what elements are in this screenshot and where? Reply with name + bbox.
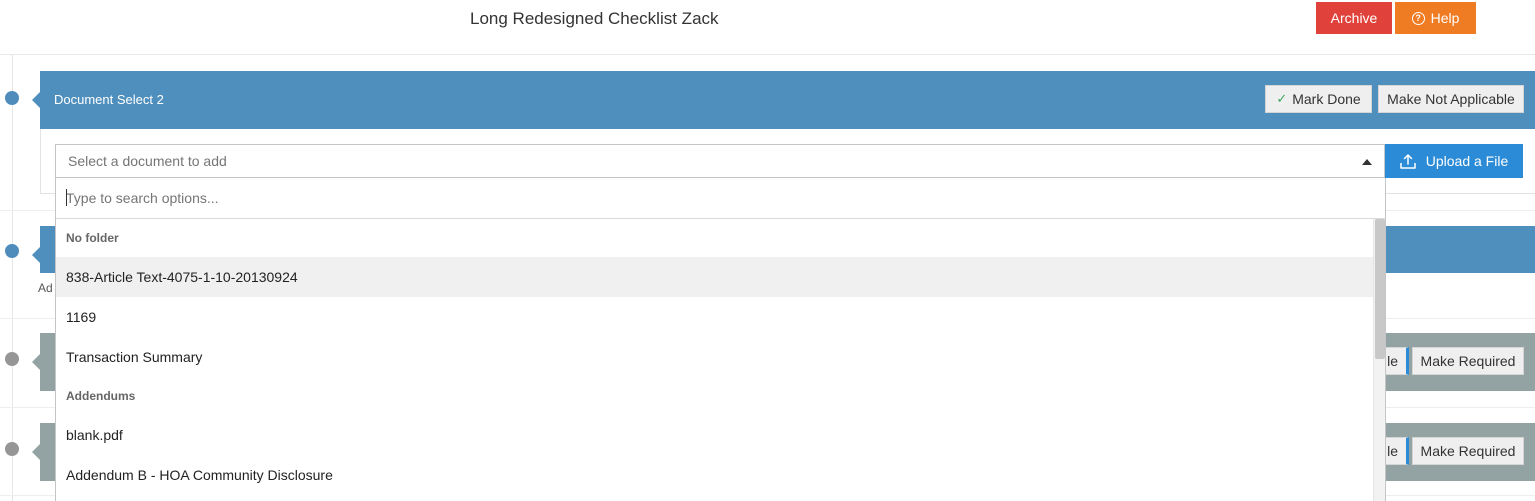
checkmark-icon: ✓ bbox=[1276, 91, 1288, 106]
make-required-button[interactable]: Make Required bbox=[1412, 347, 1524, 375]
document-select[interactable]: Select a document to add bbox=[55, 144, 1385, 178]
archive-button[interactable]: Archive bbox=[1316, 2, 1392, 34]
timeline-dot bbox=[5, 442, 19, 456]
page-title: Long Redesigned Checklist Zack bbox=[470, 9, 719, 28]
dropdown-search-input[interactable] bbox=[66, 187, 1366, 209]
timeline-dot bbox=[5, 352, 19, 366]
dropdown-options: No folder 838-Article Text-4075-1-10-201… bbox=[56, 219, 1374, 495]
dropdown-option[interactable]: 838-Article Text-4075-1-10-20130924 bbox=[56, 257, 1374, 297]
dropdown-option[interactable]: blank.pdf bbox=[56, 415, 1374, 455]
upload-file-button[interactable]: Upload a File bbox=[1385, 144, 1523, 178]
dropdown-option[interactable]: Transaction Summary bbox=[56, 337, 1374, 377]
dropdown-option[interactable]: 1169 bbox=[56, 297, 1374, 337]
dropdown-scrollbar[interactable] bbox=[1373, 219, 1385, 501]
document-dropdown: No folder 838-Article Text-4075-1-10-201… bbox=[55, 178, 1386, 501]
scrollbar-thumb[interactable] bbox=[1375, 219, 1385, 359]
top-bar: Long Redesigned Checklist Zack Archive ?… bbox=[0, 0, 1535, 55]
upload-file-label: Upload a File bbox=[1425, 153, 1509, 169]
dropdown-option[interactable]: Addendum B - HOA Community Disclosure bbox=[56, 455, 1374, 495]
caret-up-icon bbox=[1362, 159, 1372, 165]
text-cursor bbox=[66, 189, 67, 206]
timeline-dot bbox=[5, 244, 19, 258]
task-title: Document Select 2 bbox=[54, 92, 164, 107]
mark-done-button[interactable]: ✓ Mark Done bbox=[1265, 85, 1372, 113]
timeline-line bbox=[12, 55, 13, 501]
task-subtext: Ad bbox=[38, 281, 53, 295]
task-header-document-select: Document Select 2 ✓ Mark Done Make Not A… bbox=[32, 71, 1535, 129]
help-icon: ? bbox=[1411, 11, 1425, 25]
document-select-placeholder: Select a document to add bbox=[68, 153, 227, 169]
option-group-header: No folder bbox=[66, 231, 119, 245]
make-not-applicable-button[interactable]: Make Not Applicable bbox=[1378, 85, 1524, 113]
option-group-header: Addendums bbox=[66, 389, 136, 403]
mark-done-label: Mark Done bbox=[1292, 91, 1361, 107]
help-button[interactable]: ? Help bbox=[1395, 2, 1476, 34]
help-button-label: Help bbox=[1430, 10, 1460, 26]
upload-icon bbox=[1400, 153, 1416, 169]
dropdown-search bbox=[56, 178, 1385, 219]
timeline-dot bbox=[5, 91, 19, 105]
make-required-button[interactable]: Make Required bbox=[1412, 437, 1524, 465]
